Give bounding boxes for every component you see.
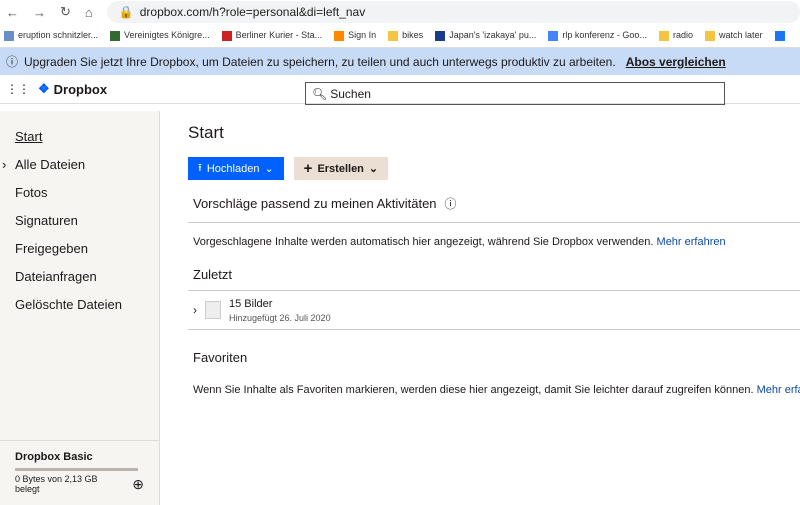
dropbox-logo[interactable]: ❖ Dropbox (38, 81, 107, 97)
sidebar-item[interactable]: Dateianfragen (0, 263, 159, 291)
chevron-right-icon[interactable]: › (2, 151, 6, 179)
plus-icon: + (303, 160, 313, 177)
forward-icon[interactable]: → (33, 5, 46, 20)
reload-icon[interactable]: ↻ (60, 4, 71, 20)
bookmark-item[interactable]: bikes (388, 30, 423, 41)
storage-bar (15, 468, 138, 471)
bookmark-icon (221, 30, 232, 41)
create-button[interactable]: + Erstellen ⌄ (293, 157, 389, 180)
bookmark-item[interactable]: rlp konferenz - Goo... (548, 30, 647, 41)
bookmark-icon (704, 30, 715, 41)
main-content: Start ⭱ Hochladen ⌄ + Erstellen ⌄ Vorschläge… (188, 111, 800, 396)
bookmark-icon (658, 30, 669, 41)
back-icon[interactable]: ← (6, 5, 19, 20)
chevron-right-icon[interactable]: › (193, 303, 197, 317)
apps-grid-icon[interactable]: ⋮⋮ (6, 82, 30, 96)
lock-icon: 🔒 (118, 5, 134, 19)
info-icon: ⓘ (6, 55, 19, 69)
sidebar-item[interactable]: Fotos (0, 179, 159, 207)
bookmark-item[interactable]: eruption schnitzler... (4, 30, 98, 41)
sidebar-item[interactable]: Signaturen (0, 207, 159, 235)
bookmark-icon (4, 30, 14, 41)
info-icon[interactable]: ⓘ (445, 195, 457, 212)
bookmark-icon (435, 30, 446, 41)
plan-box: Dropbox Basic 0 Bytes von 2,13 GB belegt… (0, 440, 159, 505)
search-icon: 🔍︎ (312, 86, 328, 101)
compare-plans-link[interactable]: Abos vergleichen (626, 55, 726, 69)
bookmark-item[interactable]: Sign In (334, 30, 376, 41)
search-input[interactable]: 🔍︎ Suchen (305, 82, 725, 105)
learn-more-link[interactable]: Mehr erfahren (657, 236, 726, 248)
bookmark-icon (548, 30, 559, 41)
sidebar-item[interactable]: Freigegeben (0, 235, 159, 263)
bookmark-item[interactable]: radio (658, 30, 693, 41)
dropbox-icon: ❖ (38, 81, 50, 96)
upgrade-banner: ⓘ Upgraden Sie jetzt Ihre Dropbox, um Dat… (0, 48, 800, 75)
recent-item[interactable]: › 15 Bilder Hinzugefügt 26. Juli 2020 (193, 291, 800, 329)
upload-button[interactable]: ⭱ Hochladen ⌄ (188, 157, 284, 180)
sidebar-item[interactable]: Gelöschte Dateien (0, 291, 159, 319)
bookmark-icon (774, 30, 785, 41)
sidebar: Start › Alle Dateien Fotos Signaturen Freigeg… (0, 111, 160, 505)
bookmark-icon (334, 30, 345, 41)
sidebar-item[interactable]: Start (0, 123, 159, 151)
address-bar[interactable]: 🔒 dropbox.com/h?role=personal&di=left_nav (106, 1, 800, 23)
page-title: Start (188, 123, 224, 142)
bookmark-item[interactable]: Japan's 'izakaya' pu... (435, 30, 536, 41)
chevron-down-icon: ⌄ (368, 163, 379, 175)
home-icon[interactable]: ⌂ (85, 5, 93, 20)
image-folder-icon (205, 301, 221, 319)
sidebar-item[interactable]: › Alle Dateien (0, 151, 159, 179)
bookmark-item[interactable]: Vereinigtes Königre... (110, 30, 210, 41)
bookmark-item[interactable] (774, 30, 789, 41)
add-storage-icon[interactable]: ⊕ (132, 476, 144, 493)
chevron-down-icon: ⌄ (264, 163, 274, 175)
upload-icon: ⭱ (198, 162, 202, 174)
bookmarks-bar: eruption schnitzler... Vereinigtes Königr… (0, 24, 800, 48)
bookmark-item[interactable]: watch later (704, 30, 763, 41)
bookmark-item[interactable]: Berliner Kurier - Sta... (221, 30, 322, 41)
browser-toolbar: ← → ↻ ⌂ 🔒 dropbox.com/h?role=personal&di=lef… (0, 0, 800, 24)
bookmark-icon (388, 30, 399, 41)
learn-more-link[interactable]: Mehr erfahren (757, 384, 800, 396)
bookmark-icon (110, 30, 121, 41)
